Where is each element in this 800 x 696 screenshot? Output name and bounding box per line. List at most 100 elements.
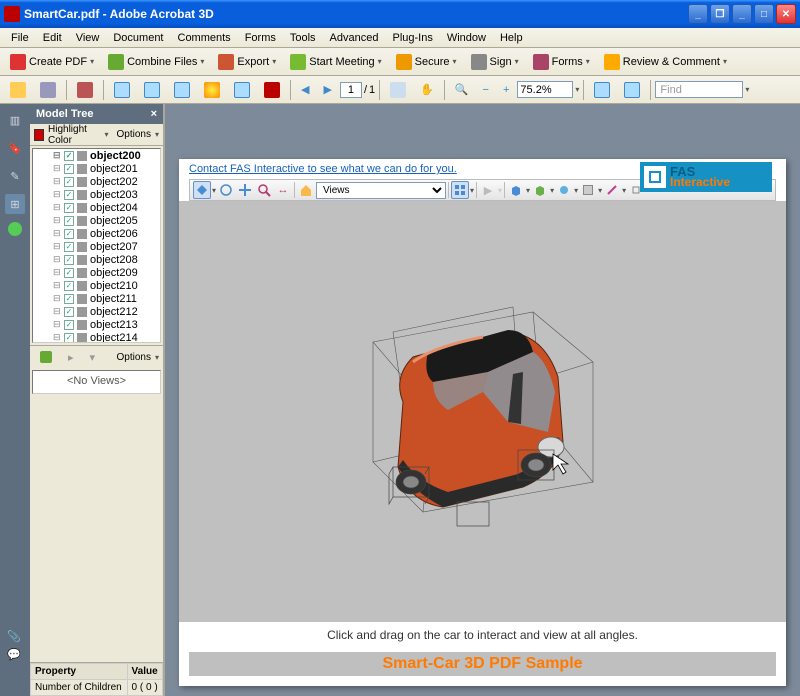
attachments-icon[interactable]: 📎 bbox=[7, 630, 23, 646]
minimize2-button[interactable]: _ bbox=[732, 4, 752, 24]
tree-item[interactable]: ⊟✓object207 bbox=[33, 240, 160, 253]
3d-zoom-button[interactable] bbox=[255, 181, 273, 199]
3d-section-button[interactable] bbox=[603, 181, 621, 199]
3d-grid-button[interactable] bbox=[451, 181, 469, 199]
tree-item[interactable]: ⊟✓object209 bbox=[33, 266, 160, 279]
camera-button[interactable] bbox=[258, 79, 286, 101]
menu-help[interactable]: Help bbox=[493, 30, 530, 46]
tree-item[interactable]: ⊟✓object203 bbox=[33, 188, 160, 201]
app-icon bbox=[4, 6, 20, 22]
views-list[interactable]: <No Views> bbox=[32, 370, 161, 394]
prev-page-button[interactable]: ◀ bbox=[295, 80, 315, 99]
prop-header: Property bbox=[31, 664, 128, 680]
view-add-button[interactable] bbox=[34, 348, 58, 366]
zoom-out-button[interactable]: − bbox=[477, 81, 495, 99]
tree-item[interactable]: ⊟✓object210 bbox=[33, 279, 160, 292]
3d-light-button[interactable] bbox=[555, 181, 573, 199]
tree-item[interactable]: ⊟✓object211 bbox=[33, 292, 160, 305]
pdf-page: Contact FAS Interactive to see what we c… bbox=[179, 159, 786, 686]
tree-item[interactable]: ⊟✓object205 bbox=[33, 214, 160, 227]
print-button[interactable] bbox=[34, 79, 62, 101]
create-pdf-button[interactable]: Create PDF▾ bbox=[4, 51, 100, 73]
tree-item[interactable]: ⊟✓object201 bbox=[33, 162, 160, 175]
zoom-in-button[interactable]: + bbox=[497, 81, 515, 99]
menu-forms[interactable]: Forms bbox=[238, 30, 283, 46]
3d-views-select[interactable]: Views bbox=[316, 182, 446, 199]
main-toolbar: Create PDF▾ Combine Files▾ Export▾ Start… bbox=[0, 48, 800, 76]
menu-view[interactable]: View bbox=[69, 30, 107, 46]
3d-home-button[interactable] bbox=[297, 181, 315, 199]
page-number-input[interactable] bbox=[340, 82, 362, 98]
sun-button[interactable] bbox=[198, 79, 226, 101]
view-opt3-button[interactable]: ▾ bbox=[84, 348, 102, 367]
car-model[interactable] bbox=[333, 282, 633, 532]
tree-item[interactable]: ⊟✓object208 bbox=[33, 253, 160, 266]
help-tab-icon[interactable] bbox=[8, 222, 22, 236]
mode-3-button[interactable] bbox=[168, 79, 196, 101]
highlight-color-swatch[interactable] bbox=[34, 129, 44, 141]
modeltree-tab-icon[interactable]: ⊞ bbox=[5, 194, 25, 214]
hand-tool-button[interactable]: ✋ bbox=[414, 80, 440, 99]
tree-item[interactable]: ⊟✓object202 bbox=[33, 175, 160, 188]
3d-cube-button[interactable] bbox=[507, 181, 525, 199]
zoom-tool-button[interactable]: 🔍 bbox=[449, 80, 475, 99]
menubar: File Edit View Document Comments Forms T… bbox=[0, 28, 800, 48]
menu-edit[interactable]: Edit bbox=[36, 30, 69, 46]
zoom-select[interactable] bbox=[517, 81, 573, 98]
next-page-button[interactable]: ▶ bbox=[317, 80, 337, 99]
menu-comments[interactable]: Comments bbox=[171, 30, 238, 46]
extra-2-button[interactable] bbox=[618, 79, 646, 101]
tree-item[interactable]: ⊟✓object206 bbox=[33, 227, 160, 240]
tree-item[interactable]: ⊟✓object200 bbox=[33, 149, 160, 162]
mode-2-button[interactable] bbox=[138, 79, 166, 101]
3d-play-button[interactable]: ▶ bbox=[479, 181, 497, 199]
select-tool-button[interactable] bbox=[384, 79, 412, 101]
menu-advanced[interactable]: Advanced bbox=[323, 30, 386, 46]
tree-item[interactable]: ⊟✓object204 bbox=[33, 201, 160, 214]
sign-tab-icon[interactable]: ✎ bbox=[5, 166, 25, 186]
3d-canvas[interactable] bbox=[179, 201, 786, 622]
model-tree[interactable]: ⊟✓object200⊟✓object201⊟✓object202⊟✓objec… bbox=[32, 148, 161, 343]
secure-button[interactable]: Secure▾ bbox=[390, 51, 463, 73]
panel-close-icon[interactable]: × bbox=[151, 108, 157, 120]
forms-button[interactable]: Forms▾ bbox=[527, 51, 596, 73]
minimize-button[interactable]: _ bbox=[688, 4, 708, 24]
menu-document[interactable]: Document bbox=[106, 30, 170, 46]
menu-window[interactable]: Window bbox=[440, 30, 493, 46]
close-button[interactable]: ✕ bbox=[776, 4, 796, 24]
tree-item[interactable]: ⊟✓object212 bbox=[33, 305, 160, 318]
tree-item[interactable]: ⊟✓object214 bbox=[33, 331, 160, 343]
highlight-color-label[interactable]: Highlight Color bbox=[48, 124, 101, 146]
menu-tools[interactable]: Tools bbox=[283, 30, 323, 46]
3d-pan-button[interactable] bbox=[236, 181, 254, 199]
3d-bg-button[interactable] bbox=[579, 181, 597, 199]
view-opt2-button[interactable]: ▸ bbox=[62, 348, 80, 367]
export-button[interactable]: Export▾ bbox=[212, 51, 282, 73]
restore-button[interactable]: ❐ bbox=[710, 4, 730, 24]
stamp-button[interactable] bbox=[71, 79, 99, 101]
comments-icon[interactable]: 💬 bbox=[7, 648, 23, 664]
sign-button[interactable]: Sign▾ bbox=[465, 51, 525, 73]
3d-spin-button[interactable] bbox=[217, 181, 235, 199]
panel-options-label[interactable]: Options bbox=[117, 129, 151, 140]
start-meeting-button[interactable]: Start Meeting▾ bbox=[284, 51, 387, 73]
3d-rotate-button[interactable] bbox=[193, 181, 211, 199]
combine-files-button[interactable]: Combine Files▾ bbox=[102, 51, 210, 73]
open-button[interactable] bbox=[4, 79, 32, 101]
mode-1-button[interactable] bbox=[108, 79, 136, 101]
bookmarks-tab-icon[interactable]: 🔖 bbox=[5, 138, 25, 158]
review-comment-button[interactable]: Review & Comment▾ bbox=[598, 51, 733, 73]
pages-tab-icon[interactable]: ▥ bbox=[5, 110, 25, 130]
model-tree-panel: Model Tree × Highlight Color▾ Options▾ ⊟… bbox=[30, 104, 165, 696]
extra-1-button[interactable] bbox=[588, 79, 616, 101]
3d-measure-button[interactable]: ↔ bbox=[274, 181, 292, 199]
maximize-button[interactable]: □ bbox=[754, 4, 774, 24]
menu-file[interactable]: File bbox=[4, 30, 36, 46]
3d-cube2-button[interactable] bbox=[531, 181, 549, 199]
tree-item[interactable]: ⊟✓object213 bbox=[33, 318, 160, 331]
page-button[interactable] bbox=[228, 79, 256, 101]
views-options-label[interactable]: Options bbox=[117, 352, 151, 363]
menu-plugins[interactable]: Plug-Ins bbox=[385, 30, 439, 46]
find-input[interactable] bbox=[655, 81, 743, 98]
panel-title: Model Tree bbox=[36, 108, 93, 120]
